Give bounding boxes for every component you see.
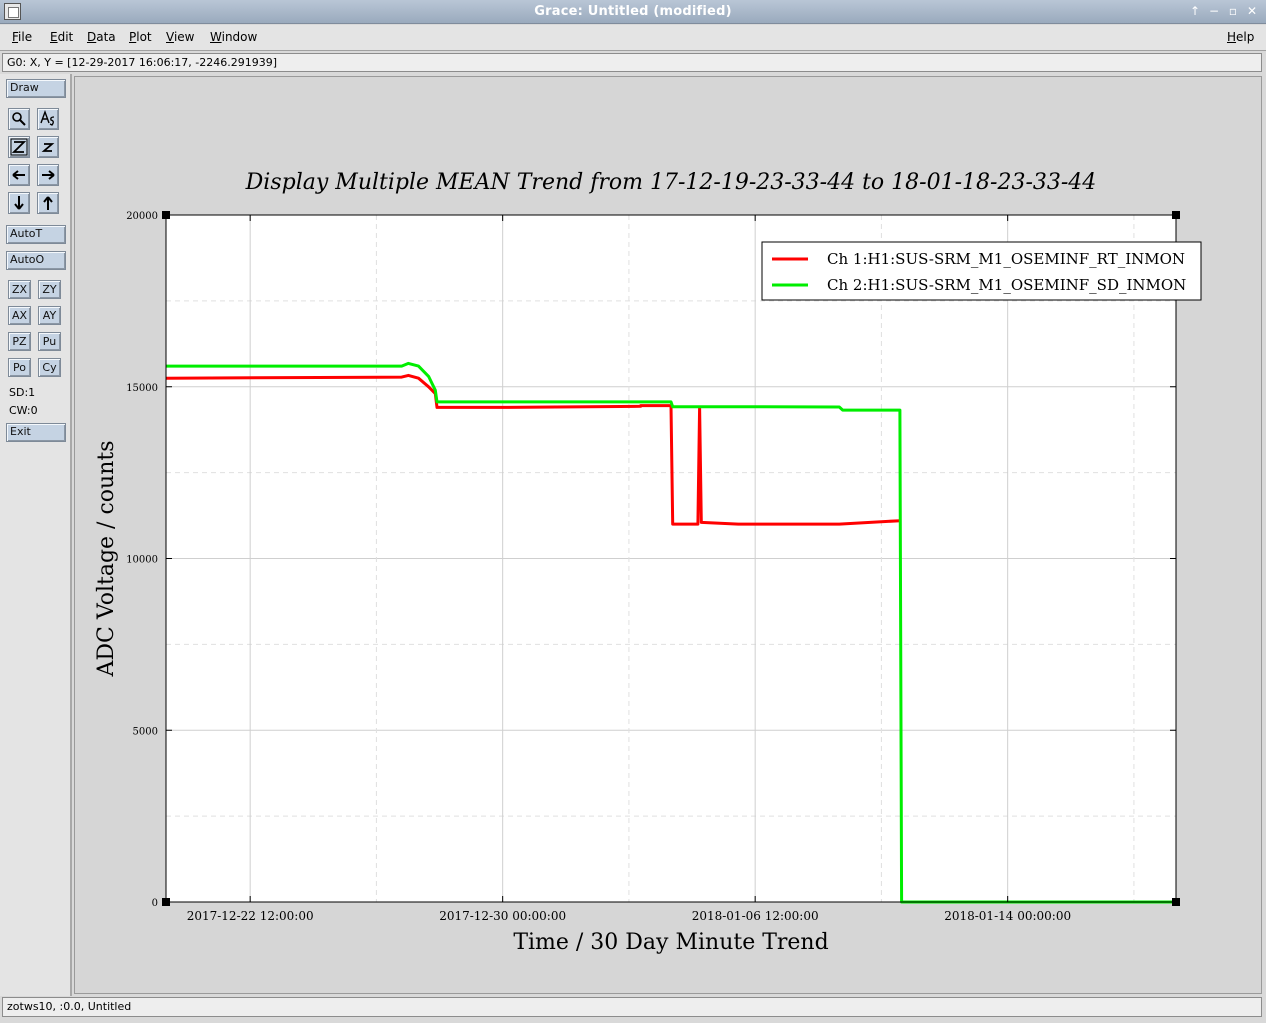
close-icon[interactable]: ✕: [1244, 3, 1260, 19]
menu-help-label: elp: [1236, 30, 1255, 44]
autoscale-x-button[interactable]: AX: [8, 306, 31, 325]
window-titlebar[interactable]: Grace: Untitled (modified) ↑ − ▫ ✕: [0, 0, 1266, 24]
menu-plot[interactable]: Plot: [129, 30, 152, 44]
magnifier-icon[interactable]: [8, 108, 30, 130]
menu-data-mnemonic: D: [87, 30, 97, 44]
push-zoom-button[interactable]: PZ: [8, 332, 31, 351]
x-axis-label: Time / 30 Day Minute Trend: [513, 930, 828, 955]
pop-button[interactable]: Po: [8, 358, 31, 377]
x-tick-label: 2017-12-30 00:00:00: [439, 909, 566, 923]
legend[interactable]: Ch 1:H1:SUS-SRM_M1_OSEMINF_RT_INMON Ch 2…: [761, 241, 1202, 301]
menu-edit-label: dit: [57, 30, 74, 44]
chart-title: Display Multiple MEAN Trend from 17-12-1…: [245, 170, 1097, 195]
y-axis-label: ADC Voltage / counts: [94, 441, 119, 678]
arrow-down-icon[interactable]: [8, 192, 30, 214]
legend-label-ch2: Ch 2:H1:SUS-SRM_M1_OSEMINF_SD_INMON: [827, 276, 1186, 294]
menu-edit[interactable]: Edit: [50, 30, 73, 44]
push-button[interactable]: Pu: [38, 332, 61, 351]
arrow-up-icon[interactable]: [37, 192, 59, 214]
menu-window-label: indow: [221, 30, 258, 44]
menu-data-label: ata: [96, 30, 116, 44]
menu-file-label: ile: [18, 30, 33, 44]
current-world-label: CW:0: [9, 404, 38, 417]
y-tick-label: 0: [152, 898, 158, 909]
cycle-button[interactable]: Cy: [38, 358, 61, 377]
autoscale-on-button[interactable]: AutoO: [6, 251, 66, 270]
maximize-icon[interactable]: ▫: [1225, 3, 1241, 19]
minimize-icon[interactable]: −: [1206, 3, 1222, 19]
menu-help[interactable]: Help: [1227, 30, 1254, 44]
status-bar: zotws10, :0.0, Untitled: [2, 997, 1262, 1017]
y-tick-label: 20000: [126, 211, 158, 222]
zoom-x-button[interactable]: ZX: [8, 280, 31, 299]
zoom-y-button[interactable]: ZY: [38, 280, 61, 299]
menu-view[interactable]: View: [166, 30, 194, 44]
legend-label-ch1: Ch 1:H1:SUS-SRM_M1_OSEMINF_RT_INMON: [827, 250, 1185, 268]
plot-canvas[interactable]: 0 5000 10000 15000 20000 2017-12-22 12:00:00 2…: [74, 76, 1262, 994]
x-tick-label: 2018-01-06 12:00:00: [692, 909, 819, 923]
menu-window[interactable]: Window: [210, 30, 257, 44]
x-tick-label: 2018-01-14 00:00:00: [944, 909, 1071, 923]
tool-panel: Draw AutoT AutoO ZX ZY AX AY PZ Pu Po Cy…: [0, 74, 72, 996]
x-tick-label: 2017-12-22 12:00:00: [187, 909, 314, 923]
text-label-icon[interactable]: [37, 108, 59, 130]
arrow-left-icon[interactable]: [8, 164, 30, 186]
draw-button[interactable]: Draw: [6, 79, 66, 98]
zoom-z-small-icon[interactable]: [37, 136, 59, 158]
y-tick-label: 15000: [126, 383, 158, 394]
autoscale-ticks-button[interactable]: AutoT: [6, 225, 66, 244]
menu-view-mnemonic: V: [166, 30, 174, 44]
zoom-z-icon[interactable]: [8, 136, 30, 158]
menu-plot-label: lot: [136, 30, 152, 44]
menu-view-label: iew: [173, 30, 195, 44]
autoscale-y-button[interactable]: AY: [38, 306, 61, 325]
set-depth-label: SD:1: [9, 386, 36, 399]
menu-edit-mnemonic: E: [50, 30, 58, 44]
plot-svg[interactable]: 0 5000 10000 15000 20000 2017-12-22 12:00:00 2…: [75, 77, 1263, 995]
window-title: Grace: Untitled (modified): [534, 4, 732, 19]
menu-file[interactable]: File: [12, 30, 32, 44]
menu-help-mnemonic: H: [1227, 30, 1237, 44]
y-tick-label: 5000: [133, 726, 158, 737]
exit-button[interactable]: Exit: [6, 423, 66, 442]
locator-readout: G0: X, Y = [12-29-2017 16:06:17, -2246.2…: [2, 53, 1262, 72]
menu-data[interactable]: Data: [87, 30, 116, 44]
menubar: File Edit Data Plot View Window Help: [0, 25, 1266, 51]
y-tick-label: 10000: [126, 555, 158, 566]
menu-window-mnemonic: W: [210, 30, 222, 44]
arrow-right-icon[interactable]: [37, 164, 59, 186]
window-shade-icon[interactable]: ↑: [1187, 3, 1203, 19]
